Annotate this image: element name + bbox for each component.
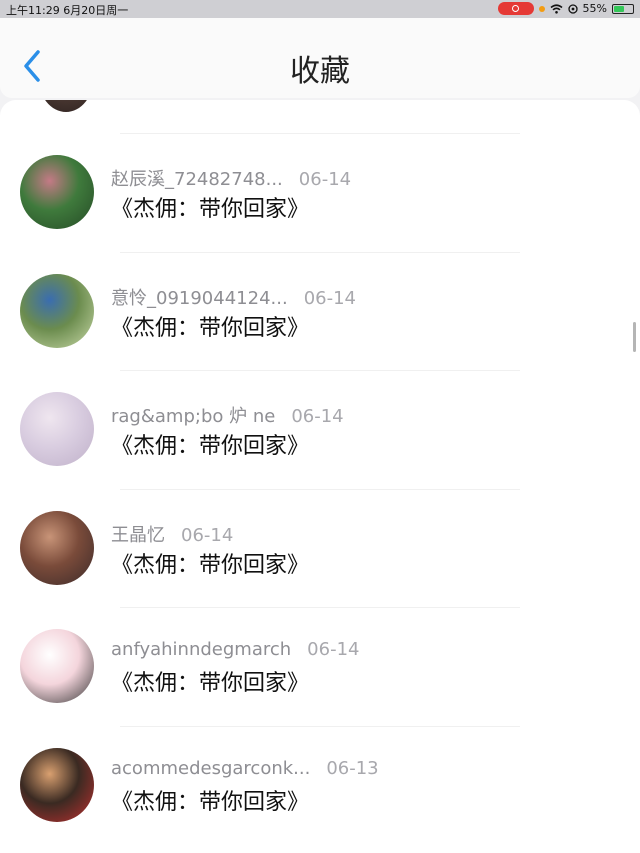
scrollbar[interactable] xyxy=(633,322,636,352)
post-date: 06-14 xyxy=(307,639,360,660)
list-item[interactable]: rag&amp;bo 炉 ne 06-14 《杰佣：带你回家》 xyxy=(0,370,640,488)
post-title[interactable]: 《杰佣：带你回家》 xyxy=(111,428,309,460)
username-text[interactable]: acommedesgarconk... xyxy=(111,758,310,779)
screen-recording-icon xyxy=(497,2,534,15)
post-title[interactable]: 《杰佣：带你回家》 xyxy=(111,665,309,697)
avatar[interactable] xyxy=(20,747,94,822)
post-title[interactable]: 《杰佣：带你回家》 xyxy=(111,310,309,342)
nav-bar: 收藏 xyxy=(0,18,640,98)
divider xyxy=(120,133,520,134)
avatar[interactable] xyxy=(20,155,94,229)
status-time-date: 上午11:29 6月20日周一 xyxy=(6,4,129,17)
mic-indicator-icon xyxy=(538,5,545,12)
battery-icon xyxy=(612,3,634,14)
page-title: 收藏 xyxy=(290,54,350,89)
divider xyxy=(120,488,520,490)
post-date: 06-14 xyxy=(303,287,356,309)
avatar[interactable] xyxy=(20,510,94,585)
avatar xyxy=(38,100,94,112)
username-text[interactable]: rag&amp;bo 炉 ne xyxy=(111,406,275,427)
username[interactable]: rag&amp;bo 炉 ne 06-14 xyxy=(111,402,344,428)
favorites-list[interactable]: 赵辰溪_72482748... 06-14 《杰佣：带你回家》 意怜_09190441… xyxy=(0,100,640,853)
divider xyxy=(120,725,520,727)
avatar[interactable] xyxy=(20,392,94,466)
location-lock-icon xyxy=(567,3,578,14)
username-text[interactable]: anfyahinndegmarch xyxy=(111,639,291,660)
username[interactable]: anfyahinndegmarch 06-14 xyxy=(111,639,359,660)
battery-percent: 55% xyxy=(582,2,607,15)
divider xyxy=(120,370,520,371)
divider xyxy=(120,607,520,608)
list-item[interactable]: acommedesgarconk... 06-13 《杰佣：带你回家》 xyxy=(0,725,640,844)
avatar[interactable] xyxy=(20,629,94,703)
username-text[interactable]: 意怜_0919044124... xyxy=(111,288,288,309)
post-title[interactable]: 《杰佣：带你回家》 xyxy=(111,784,309,816)
avatar[interactable] xyxy=(20,273,94,348)
list-item[interactable]: 意怜_0919044124... 06-14 《杰佣：带你回家》 xyxy=(0,251,640,370)
username[interactable]: acommedesgarconk... 06-13 xyxy=(111,758,379,779)
username[interactable]: 意怜_0919044124... 06-14 xyxy=(111,284,356,310)
status-indicators: 55% xyxy=(497,2,634,15)
wifi-icon xyxy=(550,3,563,14)
post-date: 06-14 xyxy=(298,169,352,190)
post-title[interactable]: 《杰佣：带你回家》 xyxy=(111,191,309,223)
post-date: 06-13 xyxy=(326,757,379,779)
post-title[interactable]: 《杰佣：带你回家》 xyxy=(111,547,309,579)
post-date: 06-14 xyxy=(181,524,234,546)
post-date: 06-14 xyxy=(291,406,344,427)
username[interactable]: 赵辰溪_72482748... 06-14 xyxy=(111,165,351,191)
username-text[interactable]: 王晶忆 xyxy=(111,525,165,546)
divider xyxy=(120,251,520,253)
status-bar: 上午11:29 6月20日周一 55% xyxy=(0,0,640,18)
list-item[interactable]: 赵辰溪_72482748... 06-14 《杰佣：带你回家》 xyxy=(0,133,640,251)
username[interactable]: 王晶忆 06-14 xyxy=(111,521,233,547)
list-item[interactable]: 王晶忆 06-14 《杰佣：带你回家》 xyxy=(0,488,640,607)
username-text[interactable]: 赵辰溪_72482748... xyxy=(111,169,283,190)
list-item[interactable]: anfyahinndegmarch 06-14 《杰佣：带你回家》 xyxy=(0,607,640,725)
